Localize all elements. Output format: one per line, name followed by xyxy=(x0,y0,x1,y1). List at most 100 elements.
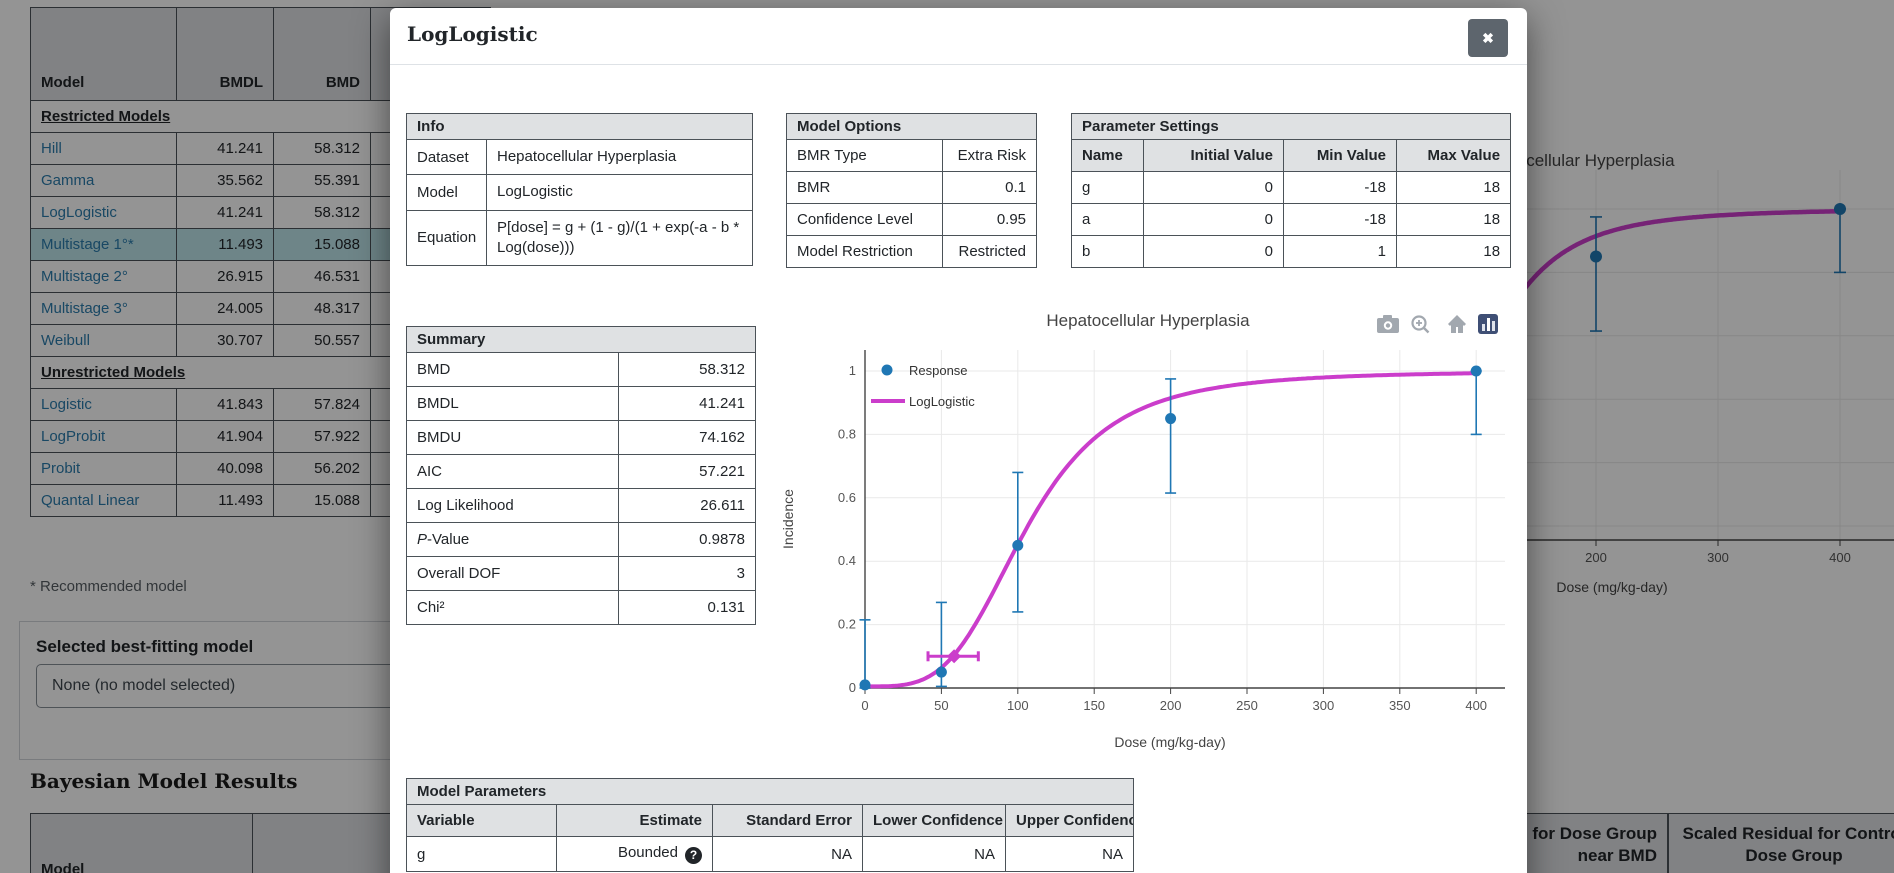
y-tick-label: 0 xyxy=(849,680,856,695)
x-tick-label: 350 xyxy=(1389,698,1411,713)
info-table: Info Dataset Hepatocellular Hyperplasia Mo… xyxy=(406,113,753,266)
row-value: 26.611 xyxy=(618,488,756,523)
x-tick-label: 0 xyxy=(861,698,868,713)
y-tick-label: 0.2 xyxy=(838,617,856,632)
column-header: Max Value xyxy=(1395,139,1512,172)
x-tick-label: 250 xyxy=(1236,698,1258,713)
modal-header: LogLogistic ✖ xyxy=(390,8,1527,65)
plotly-logo-icon[interactable] xyxy=(1478,314,1498,334)
y-tick-label: 0.4 xyxy=(838,553,856,568)
row-label: P-Value xyxy=(406,522,619,557)
cell: 18 xyxy=(1395,203,1512,236)
column-header: Upper Confidence xyxy=(1005,804,1134,837)
table-row: g Bounded? NA NA NA xyxy=(406,836,1134,872)
table-row: Dataset Hepatocellular Hyperplasia xyxy=(406,138,753,176)
home-icon[interactable] xyxy=(1448,315,1466,333)
x-tick-label: 400 xyxy=(1465,698,1487,713)
response-point xyxy=(859,679,871,691)
table-row: AIC 57.221 xyxy=(406,454,756,489)
row-value: Restricted xyxy=(941,235,1038,268)
table-row: g 0 -18 18 xyxy=(1071,171,1512,204)
x-tick-label: 300 xyxy=(1313,698,1335,713)
row-value: 58.312 xyxy=(618,352,756,387)
close-button[interactable]: ✖ xyxy=(1468,19,1508,57)
cell: a xyxy=(1071,203,1144,236)
table-row: Overall DOF 3 xyxy=(406,556,756,591)
row-value: LogLogistic xyxy=(486,174,753,211)
row-value: Extra Risk xyxy=(941,139,1038,172)
cell: 18 xyxy=(1395,171,1512,204)
column-header: Lower Confidence xyxy=(862,804,1006,837)
model-options-table: Model Options BMR Type Extra Risk BMR 0.1 Co… xyxy=(785,113,1038,268)
table-row: BMDU 74.162 xyxy=(406,420,756,455)
table-row: Model Restriction Restricted xyxy=(786,235,1038,268)
modal-title: LogLogistic xyxy=(407,22,538,46)
x-tick-label: 150 xyxy=(1083,698,1105,713)
table-row: BMR Type Extra Risk xyxy=(786,139,1038,172)
table-row: BMD 58.312 xyxy=(406,352,756,387)
cell: 0 xyxy=(1143,203,1284,236)
row-value: 3 xyxy=(618,556,756,591)
table-row: Log Likelihood 26.611 xyxy=(406,488,756,523)
y-tick-label: 0.8 xyxy=(838,426,856,441)
column-header: Estimate xyxy=(556,804,713,837)
dose-response-chart: 0 0.2 0.4 0.6 0.8 1 0 50 100 150 200 250 300 350 400 Re… xyxy=(780,311,1505,750)
chart-title: Hepatocellular Hyperplasia xyxy=(1046,311,1250,330)
camera-icon[interactable] xyxy=(1377,315,1399,333)
row-label: Overall DOF xyxy=(406,556,619,591)
y-axis-label: Incidence xyxy=(780,489,796,549)
table-row: BMR 0.1 xyxy=(786,171,1038,204)
row-value: Hepatocellular Hyperplasia xyxy=(486,138,753,176)
row-label: Chi² xyxy=(406,590,619,625)
table-row: Equation P[dose] = g + (1 - g)/(1 + exp(-… xyxy=(406,209,753,266)
cell: -18 xyxy=(1283,171,1397,204)
row-label: BMDU xyxy=(406,420,619,455)
cell: NA xyxy=(862,836,1006,872)
table-row: Chi² 0.131 xyxy=(406,590,756,625)
row-label: BMD xyxy=(406,352,619,387)
column-header: Standard Error xyxy=(712,804,863,837)
summary-table: Summary BMD 58.312 BMDL 41.241 BMDU 74.162 AIC… xyxy=(406,326,756,625)
y-tick-label: 0.6 xyxy=(838,490,856,505)
row-value: 0.1 xyxy=(941,171,1038,204)
model-parameters-table: Model Parameters Variable Estimate Standar… xyxy=(406,778,1134,872)
table-row: P-Value 0.9878 xyxy=(406,522,756,557)
row-label: Dataset xyxy=(406,138,487,176)
cell: g xyxy=(1071,171,1144,204)
cell: b xyxy=(1071,235,1144,268)
row-value: 0.131 xyxy=(618,590,756,625)
cell: NA xyxy=(1005,836,1134,872)
row-label: AIC xyxy=(406,454,619,489)
x-tick-label: 100 xyxy=(1007,698,1029,713)
cell: Bounded? xyxy=(556,836,713,872)
x-tick-label: 50 xyxy=(934,698,948,713)
row-value: 57.221 xyxy=(618,454,756,489)
row-label: Equation xyxy=(406,209,487,266)
y-tick-label: 1 xyxy=(849,363,856,378)
column-header: Initial Value xyxy=(1143,139,1284,172)
row-value: 41.241 xyxy=(618,386,756,421)
x-axis-label: Dose (mg/kg-day) xyxy=(1114,734,1225,750)
cell: -18 xyxy=(1283,203,1397,236)
legend-response-marker xyxy=(881,364,893,376)
response-point xyxy=(1012,539,1024,551)
model-parameters-title: Model Parameters xyxy=(406,778,1134,805)
column-header: Variable xyxy=(406,804,557,837)
row-label: BMR xyxy=(786,171,943,204)
row-value: 0.9878 xyxy=(618,522,756,557)
row-label: Confidence Level xyxy=(786,203,943,236)
response-point xyxy=(1470,365,1482,377)
zoom-in-icon[interactable] xyxy=(1411,315,1430,334)
summary-table-title: Summary xyxy=(406,326,756,353)
response-point xyxy=(1165,413,1177,425)
row-value: 0.95 xyxy=(941,203,1038,236)
help-icon[interactable]: ? xyxy=(685,847,702,864)
table-row: BMDL 41.241 xyxy=(406,386,756,421)
row-label: Model Restriction xyxy=(786,235,943,268)
table-row: a 0 -18 18 xyxy=(1071,203,1512,236)
cell: NA xyxy=(712,836,863,872)
column-header: Name xyxy=(1071,139,1144,172)
legend-curve-label: LogLogistic xyxy=(909,394,975,409)
loglogistic-modal: LogLogistic ✖ Info Dataset Hepatocellular… xyxy=(390,8,1527,873)
row-label: BMDL xyxy=(406,386,619,421)
